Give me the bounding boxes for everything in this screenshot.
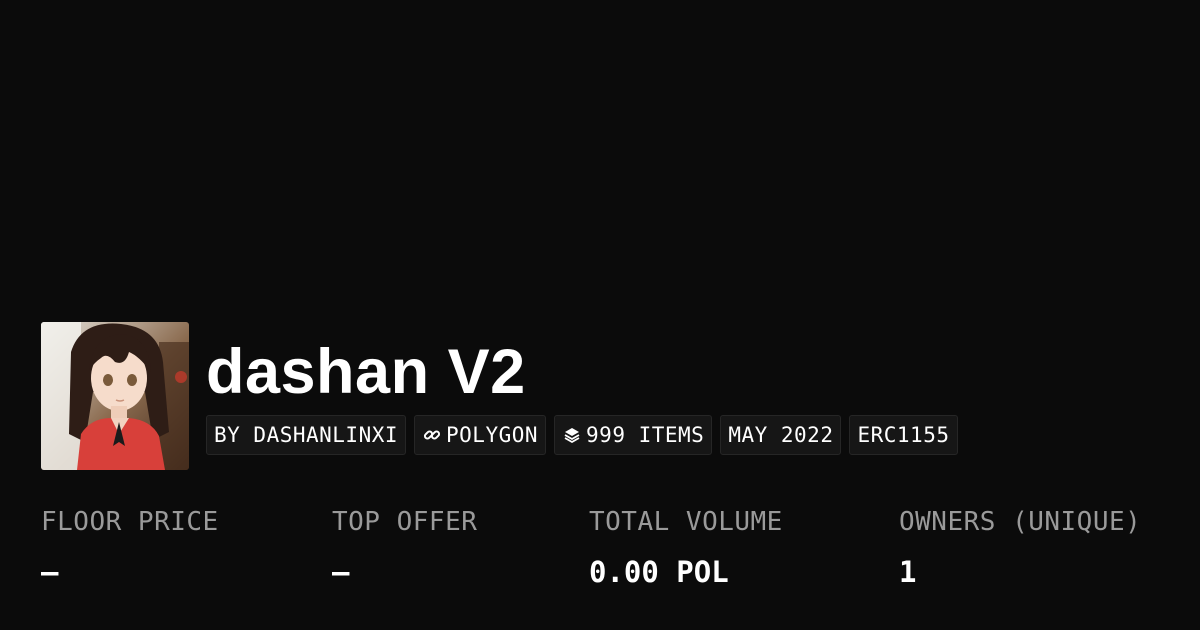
owners-label: OWNERS (UNIQUE) bbox=[899, 507, 1142, 537]
layers-icon bbox=[562, 425, 582, 445]
floor-price-label: FLOOR PRICE bbox=[41, 507, 219, 537]
items-chip[interactable]: 999 ITEMS bbox=[554, 415, 713, 455]
collection-title: dashan V2 bbox=[206, 337, 526, 407]
total-volume-label: TOTAL VOLUME bbox=[589, 507, 783, 537]
collection-avatar bbox=[41, 322, 189, 470]
top-offer-value: – bbox=[332, 555, 350, 589]
top-offer-label: TOP OFFER bbox=[332, 507, 478, 537]
floor-price-stat: FLOOR PRICE – bbox=[41, 505, 219, 589]
date-chip: MAY 2022 bbox=[720, 415, 842, 455]
owners-value: 1 bbox=[899, 555, 917, 589]
chain-link-icon bbox=[422, 425, 442, 445]
chain-label: POLYGON bbox=[446, 423, 539, 447]
creator-chip[interactable]: BY DASHANLINXI bbox=[206, 415, 407, 455]
anime-girl-avatar-icon bbox=[41, 322, 189, 470]
total-volume-value: 0.00 POL bbox=[589, 555, 729, 589]
total-volume-stat: TOTAL VOLUME 0.00 POL bbox=[589, 505, 783, 589]
chain-chip[interactable]: POLYGON bbox=[414, 415, 547, 455]
items-label: 999 ITEMS bbox=[586, 423, 705, 447]
standard-chip: ERC1155 bbox=[849, 415, 958, 455]
collection-stats: FLOOR PRICE – TOP OFFER – TOTAL VOLUME 0… bbox=[0, 505, 1200, 605]
floor-price-value: – bbox=[41, 555, 59, 589]
owners-stat: OWNERS (UNIQUE) 1 bbox=[899, 505, 1141, 589]
creator-label: BY DASHANLINXI bbox=[214, 423, 399, 447]
collection-meta-chips: BY DASHANLINXI POLYGON 999 ITEMS MAY 202… bbox=[206, 415, 958, 455]
date-label: MAY 2022 bbox=[728, 423, 834, 447]
top-offer-stat: TOP OFFER – bbox=[332, 505, 477, 589]
standard-label: ERC1155 bbox=[857, 423, 950, 447]
